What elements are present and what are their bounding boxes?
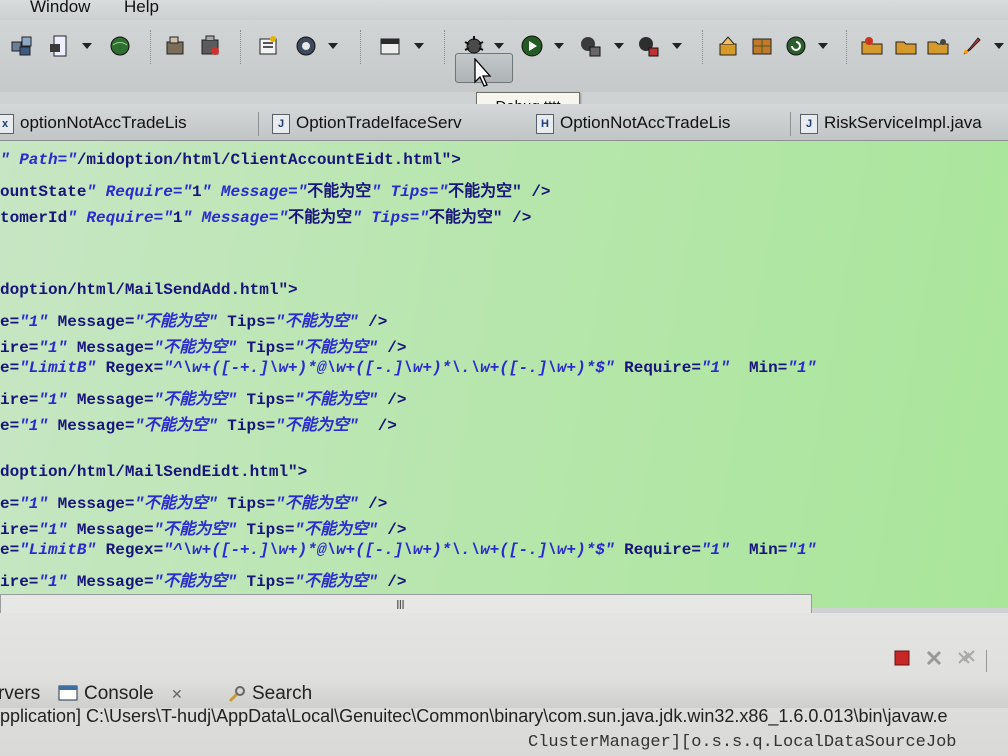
main-toolbar xyxy=(0,20,1008,92)
open-perspective-icon[interactable] xyxy=(378,34,402,58)
web-browser-icon[interactable] xyxy=(294,34,318,58)
launch-icon[interactable] xyxy=(926,34,950,58)
coverage-icon[interactable] xyxy=(578,34,602,58)
remove-launch-icon[interactable] xyxy=(924,648,944,668)
code-line: e="LimitB" Regex="^\w+([-+.]\w+)*@\w+([-… xyxy=(0,359,817,377)
code-line: e="1" Message="不能为空" Tips="不能为空" /> xyxy=(0,495,388,513)
tab-optiontradeifaceserv[interactable]: J OptionTradeIfaceServ xyxy=(272,108,462,138)
code-line: doption/html/MailSendEidt.html"> xyxy=(0,463,308,481)
rocket-dropdown[interactable] xyxy=(994,43,1004,49)
refresh-dropdown[interactable] xyxy=(818,43,828,49)
java-file-icon: J xyxy=(272,113,290,134)
server-icon[interactable] xyxy=(108,34,132,58)
new-package-icon[interactable] xyxy=(256,34,280,58)
browser-dropdown[interactable] xyxy=(328,43,338,49)
console-header: pplication] C:\Users\T-hudj\AppData\Loca… xyxy=(0,706,948,726)
xml-file-icon: x xyxy=(0,113,14,134)
code-line: ountState" Require="1" Message="不能为空" Ti… xyxy=(0,183,551,201)
console-icon xyxy=(58,685,78,701)
debug-dropdown[interactable] xyxy=(494,43,504,49)
horizontal-scrollbar[interactable]: III xyxy=(0,594,812,614)
terminate-icon[interactable] xyxy=(892,648,912,668)
code-line: tomerId" Require="1" Message="不能为空" Tips… xyxy=(0,209,532,227)
code-line: ire="1" Message="不能为空" Tips="不能为空" /> xyxy=(0,339,407,357)
mouse-cursor-icon xyxy=(474,58,492,87)
deploy-dropdown[interactable] xyxy=(82,43,92,49)
open-folder-icon[interactable] xyxy=(860,34,884,58)
menu-window[interactable]: Window xyxy=(30,0,90,17)
code-line: e="LimitB" Regex="^\w+([-+.]\w+)*@\w+([-… xyxy=(0,541,817,559)
refresh-icon[interactable] xyxy=(784,34,808,58)
tab-optionnotacctradelis-xml[interactable]: x optionNotAccTradeLis xyxy=(0,108,187,138)
code-line: ire="1" Message="不能为空" Tips="不能为空" /> xyxy=(0,573,407,591)
editor-tab-bar: x optionNotAccTradeLis J OptionTradeIfaceS… xyxy=(0,104,1008,141)
remove-all-icon[interactable] xyxy=(956,648,976,668)
console-output-line: ClusterManager][o.s.s.q.LocalDataSourceJ… xyxy=(528,733,957,752)
rocket-icon[interactable] xyxy=(960,34,984,58)
code-line: doption/html/MailSendAdd.html"> xyxy=(0,281,298,299)
open-task-icon[interactable] xyxy=(198,34,222,58)
code-line: e="1" Message="不能为空" Tips="不能为空" /> xyxy=(0,313,388,331)
close-tab-icon[interactable]: ✕ xyxy=(171,686,183,702)
code-line: ire="1" Message="不能为空" Tips="不能为空" /> xyxy=(0,391,407,409)
perspective-dropdown[interactable] xyxy=(414,43,424,49)
open-type-icon[interactable] xyxy=(164,34,188,58)
coverage-dropdown[interactable] xyxy=(614,43,624,49)
debug-icon[interactable] xyxy=(462,34,486,58)
code-editor[interactable]: " Path="/midoption/html/ClientAccountEid… xyxy=(0,141,1008,608)
save-icon[interactable] xyxy=(894,34,918,58)
tab-search[interactable]: Search xyxy=(228,683,312,705)
menu-help[interactable]: Help xyxy=(124,0,159,17)
run-icon[interactable] xyxy=(520,34,544,58)
run-dropdown[interactable] xyxy=(554,43,564,49)
deploy-icon[interactable] xyxy=(48,34,72,58)
tab-console[interactable]: Console ✕ xyxy=(58,683,183,705)
new-wizard-icon[interactable] xyxy=(10,34,34,58)
search-icon xyxy=(228,685,245,703)
code-line: ire="1" Message="不能为空" Tips="不能为空" /> xyxy=(0,521,407,539)
java-file-icon: J xyxy=(800,113,818,134)
bundle-icon[interactable] xyxy=(750,34,774,58)
menu-bar: Window Help xyxy=(0,0,1008,20)
tab-servers[interactable]: rvers xyxy=(0,683,40,705)
external-tools-icon[interactable] xyxy=(636,34,660,58)
add-jar-icon[interactable] xyxy=(716,34,740,58)
external-tools-dropdown[interactable] xyxy=(672,43,682,49)
scrollbar-thumb[interactable]: III xyxy=(396,597,405,612)
code-line: " Path="/midoption/html/ClientAccountEid… xyxy=(0,151,461,169)
code-line: e="1" Message="不能为空" Tips="不能为空" /> xyxy=(0,417,397,435)
html-file-icon: H xyxy=(536,113,554,134)
tab-optionnotacctradelis-html[interactable]: H OptionNotAccTradeLis xyxy=(536,108,730,138)
tab-riskserviceimpl[interactable]: J RiskServiceImpl.java xyxy=(800,108,982,138)
